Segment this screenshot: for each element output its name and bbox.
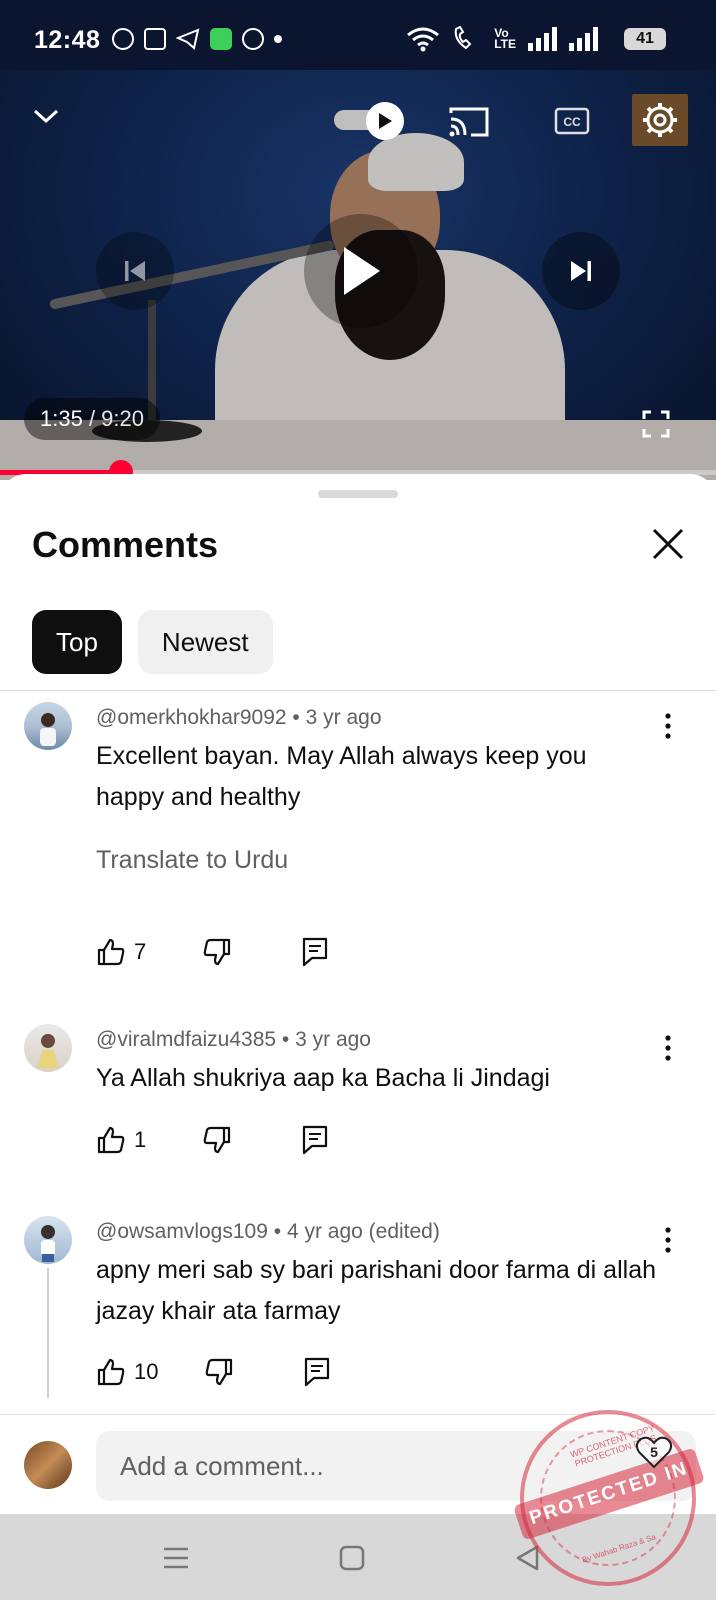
reply-button[interactable]	[302, 1356, 332, 1388]
dislike-button[interactable]	[202, 937, 232, 967]
comment-age: 3 yr ago	[295, 1028, 371, 1051]
comment-meta: @viralmdfaizu4385 • 3 yr ago	[96, 1028, 371, 1051]
cast-icon[interactable]	[446, 104, 492, 140]
status-time: 12:48	[34, 26, 101, 54]
more-notifications-dot	[274, 35, 282, 43]
signal-2-icon	[569, 27, 598, 51]
app-notification-icon	[210, 28, 232, 50]
reply-button[interactable]	[300, 1124, 330, 1156]
avatar[interactable]	[24, 1024, 72, 1072]
settings-gear-icon[interactable]	[632, 94, 688, 146]
comment-actions: 7	[96, 934, 330, 970]
autoplay-play-icon	[366, 102, 404, 140]
wifi-calling-icon	[454, 26, 472, 50]
thumbs-up-icon	[97, 1126, 125, 1154]
like-count: 7	[134, 939, 147, 964]
volte-label: Vo LTE	[494, 26, 516, 51]
reply-button[interactable]	[300, 936, 330, 968]
comment-author[interactable]: @viralmdfaizu4385	[96, 1028, 276, 1051]
avatar[interactable]	[24, 1216, 72, 1264]
video-duration: 9:20	[101, 406, 144, 431]
captions-icon[interactable]: CC	[553, 106, 591, 136]
notification-icons	[112, 28, 282, 50]
divider	[0, 690, 716, 691]
reply-icon	[303, 1125, 328, 1155]
comment-author[interactable]: @omerkhokhar9092	[96, 706, 287, 729]
status-bar: 12:48 Vo LTE 41	[0, 0, 716, 70]
reply-icon	[303, 937, 328, 967]
translate-link[interactable]: Translate to Urdu	[96, 846, 288, 875]
fullscreen-icon[interactable]	[636, 404, 676, 444]
play-icon[interactable]	[304, 214, 418, 328]
chip-newest[interactable]: Newest	[137, 610, 273, 674]
thumbs-down-icon	[203, 938, 231, 966]
thumbs-up-icon	[97, 1358, 125, 1386]
comment-text: Ya Allah shukriya aap ka Bacha li Jindag…	[96, 1064, 550, 1092]
next-video-icon[interactable]	[542, 232, 620, 310]
sort-chips: Top Newest	[32, 610, 273, 674]
status-right-icons: Vo LTE	[406, 26, 658, 52]
like-button[interactable]: 1	[96, 1125, 146, 1155]
recent-apps-icon[interactable]	[158, 1540, 194, 1576]
comment-age: 4 yr ago (edited)	[286, 1220, 440, 1243]
like-count: 10	[134, 1359, 159, 1384]
comment-age: 3 yr ago	[305, 706, 382, 729]
battery-indicator: 41	[624, 28, 666, 50]
playback-time: 1:35 / 9:20	[24, 398, 160, 440]
home-icon[interactable]	[334, 1540, 370, 1576]
dislike-button[interactable]	[204, 1357, 234, 1387]
more-options-icon[interactable]	[656, 706, 680, 746]
whatsapp-icon	[112, 28, 134, 50]
like-button[interactable]: 7	[96, 937, 146, 967]
heart-number: 5	[650, 1444, 658, 1460]
user-avatar	[24, 1441, 72, 1489]
heart-icon: 5	[634, 1432, 674, 1472]
autoplay-toggle[interactable]	[334, 102, 406, 140]
comment-text: apny meri sab sy bari parishani door far…	[96, 1256, 656, 1325]
svg-text:CC: CC	[563, 115, 581, 129]
more-options-icon[interactable]	[656, 1220, 680, 1260]
signal-1-icon	[528, 27, 557, 51]
comment-meta: @owsamvlogs109 • 4 yr ago (edited)	[96, 1220, 440, 1243]
chip-top[interactable]: Top	[32, 610, 122, 674]
previous-video-icon[interactable]	[96, 232, 174, 310]
dislike-button[interactable]	[202, 1125, 232, 1155]
thumbs-down-icon	[203, 1126, 231, 1154]
thumbs-up-icon	[97, 938, 125, 966]
wifi-icon	[407, 27, 440, 52]
like-button[interactable]: 10	[96, 1357, 158, 1387]
close-icon[interactable]	[648, 524, 688, 564]
comment-author[interactable]: @owsamvlogs109	[96, 1220, 268, 1243]
comment-meta: @omerkhokhar9092 • 3 yr ago	[96, 706, 382, 729]
comments-title: Comments	[32, 524, 219, 565]
like-count: 1	[134, 1127, 147, 1152]
protected-stamp-watermark: WP CONTENT COPY PROTECTION PLUS PROTECTE…	[513, 1410, 705, 1586]
current-time: 1:35	[40, 406, 83, 431]
avatar[interactable]	[24, 702, 72, 750]
comment-actions: 10	[96, 1354, 332, 1390]
thread-line	[47, 1268, 49, 1398]
video-player[interactable]: 12:48 Vo LTE 41 CC 1:35 / 9:20	[0, 0, 716, 480]
telegram-icon	[176, 28, 200, 50]
instagram-icon	[144, 28, 166, 50]
sync-app-icon	[242, 28, 264, 50]
comment-actions: 1	[96, 1122, 330, 1158]
reply-icon	[305, 1357, 330, 1387]
thumbs-down-icon	[206, 1358, 233, 1386]
comments-sheet: Comments Top Newest @omerkhokhar9092 • 3…	[0, 474, 716, 1514]
drag-handle[interactable]	[318, 490, 398, 498]
comment-text: Excellent bayan. May Allah always keep y…	[96, 742, 587, 811]
collapse-chevron-icon[interactable]	[26, 96, 66, 136]
more-options-icon[interactable]	[656, 1028, 680, 1068]
